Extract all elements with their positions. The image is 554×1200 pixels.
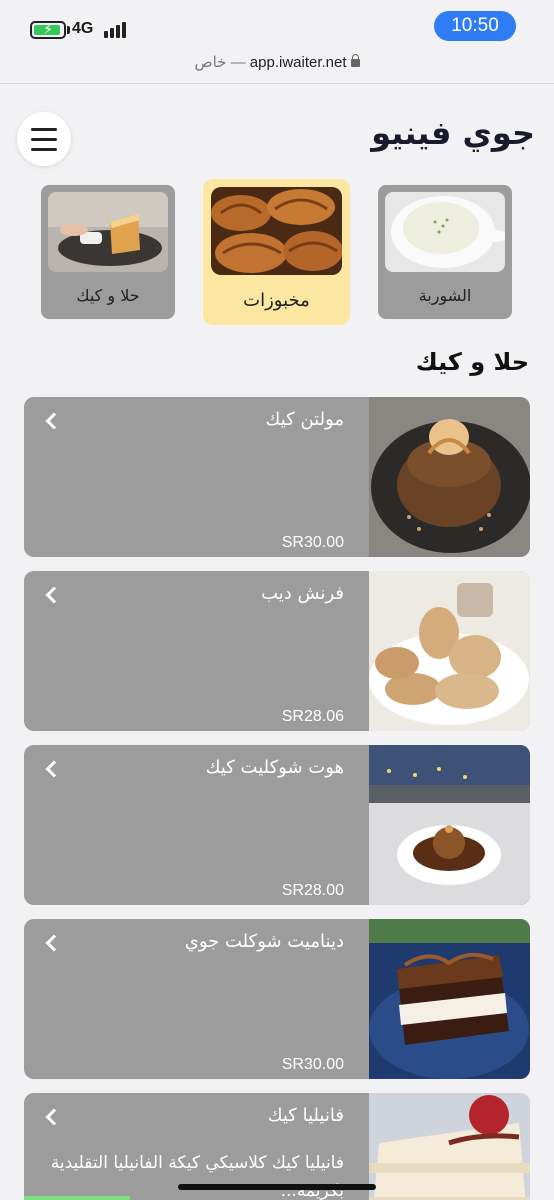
battery-icon: ⚡ [30, 21, 66, 39]
item-price: SR30.00 [281, 1056, 344, 1073]
item-price: SR28.00 [281, 882, 344, 899]
menu-item[interactable]: هوت شوكليت كيك SR28.00 [24, 745, 530, 905]
category-image [211, 187, 342, 275]
category-image [48, 192, 168, 272]
category-label: الشوربة [418, 286, 472, 305]
item-image [369, 919, 530, 1079]
restaurant-title: جوي فينيو [371, 114, 535, 152]
category-soup[interactable]: الشوربة [378, 185, 512, 319]
category-desserts[interactable]: حلا و كيك [41, 185, 175, 319]
menu-item[interactable]: فرنش ديب SR28.06 [24, 571, 530, 731]
address-bar[interactable]: خاص — app.iwaiter.net [0, 46, 554, 84]
item-image [369, 1093, 530, 1200]
signal-icon [104, 22, 130, 38]
item-name: فانيليا كيك [267, 1105, 344, 1126]
menu-button[interactable] [17, 112, 71, 166]
chevron-left-icon [45, 760, 63, 778]
menu-item[interactable]: ديناميت شوكلت جوي SR30.00 [24, 919, 530, 1079]
item-name: هوت شوكليت كيك [205, 757, 344, 778]
item-image [369, 397, 530, 557]
category-bakery[interactable]: مخبوزات [203, 179, 350, 325]
item-name: ديناميت شوكلت جوي [184, 931, 344, 952]
section-title: حلا و كيك [415, 348, 529, 376]
item-image [369, 571, 530, 731]
item-name: فرنش ديب [261, 583, 344, 604]
chevron-left-icon [45, 1108, 63, 1126]
item-price: SR28.06 [281, 708, 344, 725]
item-name: مولتن كيك [265, 409, 344, 430]
category-label: حلا و كيك [76, 286, 140, 305]
item-description: فانيليا كيك كلاسيكي كيكة الفانيليا التقل… [50, 1153, 344, 1200]
menu-item[interactable]: مولتن كيك SR30.00 [24, 397, 530, 557]
chevron-left-icon [45, 412, 63, 430]
chevron-left-icon [45, 934, 63, 952]
network-label: 4G [72, 20, 94, 37]
chevron-left-icon [45, 586, 63, 604]
category-label: مخبوزات [243, 290, 310, 311]
toast-strip [24, 1196, 130, 1200]
battery-tip [67, 26, 70, 34]
clock: 10:50 [434, 11, 516, 41]
private-label: خاص — [194, 54, 246, 71]
home-indicator [178, 1184, 376, 1190]
item-image [369, 745, 530, 905]
url-host: app.iwaiter.net [249, 54, 347, 71]
lock-icon [350, 54, 360, 67]
category-image [385, 192, 505, 272]
item-price: SR30.00 [281, 534, 344, 551]
